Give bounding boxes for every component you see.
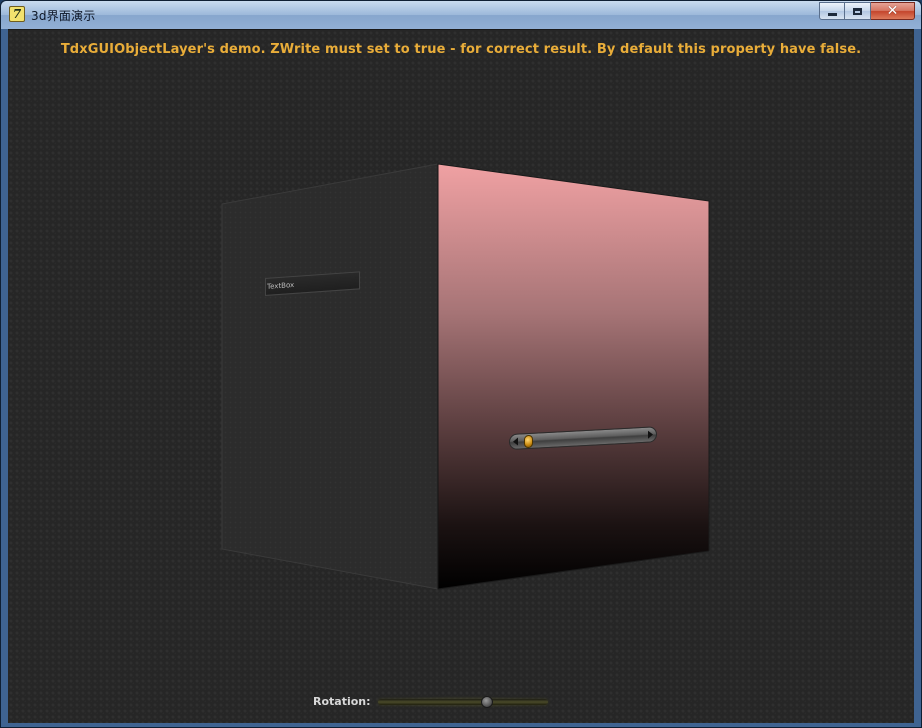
3d-cube[interactable] (8, 30, 914, 723)
title-bar[interactable]: 7 3d界面演示 ✕ (1, 1, 921, 29)
scrollbar-thumb[interactable] (524, 434, 533, 449)
demo-viewport[interactable]: TdxGUIObjectLayer's demo. ZWrite must se… (8, 29, 914, 723)
cube-right-face (437, 163, 710, 590)
cube-left-face (221, 163, 439, 590)
close-icon: ✕ (886, 3, 899, 19)
rotation-slider[interactable] (378, 693, 548, 711)
close-button[interactable]: ✕ (871, 2, 915, 20)
scroll-left-arrow-icon[interactable] (513, 437, 518, 446)
window-title: 3d界面演示 (31, 9, 96, 23)
rotation-label: Rotation: (313, 695, 371, 708)
maximize-icon (853, 7, 862, 15)
minimize-button[interactable] (819, 2, 845, 20)
rotation-slider-track[interactable] (378, 699, 548, 705)
window-controls: ✕ (819, 2, 915, 20)
maximize-button[interactable] (845, 2, 871, 20)
rotation-slider-knob[interactable] (480, 696, 493, 708)
application-window: 7 3d界面演示 ✕ TdxGUIObjectLayer's demo. ZWr… (0, 0, 922, 728)
app-icon[interactable]: 7 (9, 6, 25, 22)
minimize-icon (827, 12, 837, 16)
scroll-right-arrow-icon[interactable] (648, 430, 653, 439)
